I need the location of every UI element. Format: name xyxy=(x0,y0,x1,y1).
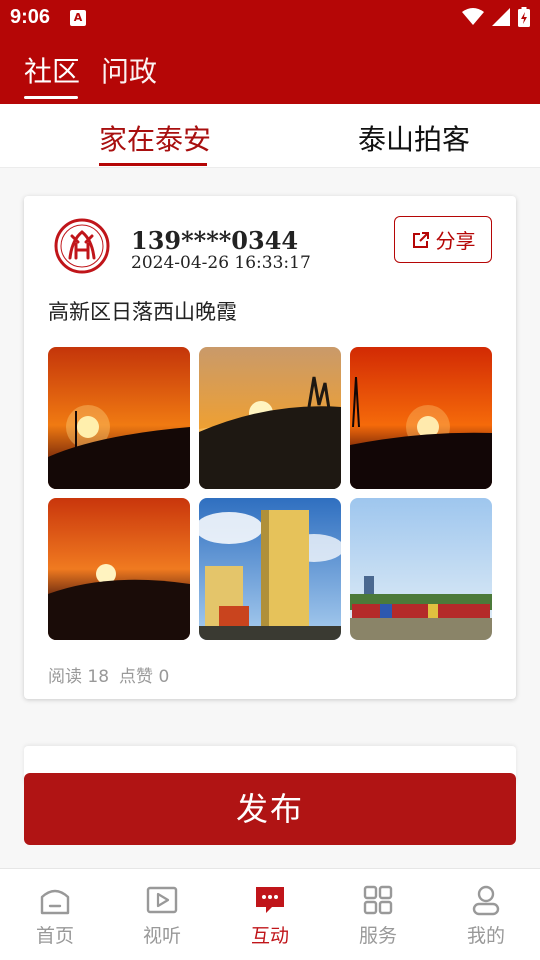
post-photo-sunset-4[interactable] xyxy=(48,498,190,640)
post-photo-sunset-1[interactable] xyxy=(48,347,190,489)
notification-icon: A xyxy=(70,10,86,26)
post-photo-sunset-2[interactable] xyxy=(199,347,341,489)
read-count: 阅读 18 xyxy=(48,667,110,687)
post-photo-trucks-lot[interactable] xyxy=(350,498,492,640)
main-tabs: 社区 问政 xyxy=(0,44,540,104)
active-subtab-indicator xyxy=(99,163,207,166)
avatar[interactable] xyxy=(54,218,110,274)
post-photo-sunset-3[interactable] xyxy=(350,347,492,489)
subtab-home-taian[interactable]: 家在泰安 xyxy=(99,118,211,158)
play-icon xyxy=(146,886,178,914)
nav-home[interactable]: 首页 xyxy=(15,883,95,948)
post-stats: 阅读 18 点赞 0 xyxy=(48,662,169,687)
battery-icon xyxy=(518,7,530,27)
share-label: 分享 xyxy=(435,229,476,253)
nav-interact[interactable]: 互动 xyxy=(230,883,310,948)
system-icons xyxy=(462,7,530,27)
nav-mine[interactable]: 我的 xyxy=(446,883,526,948)
share-button[interactable]: 分享 xyxy=(394,216,492,263)
post-card[interactable]: 139****0344 2024-04-26 16:33:17 分享 高新区日落… xyxy=(24,196,516,699)
sub-tabs: 家在泰安 泰山拍客 xyxy=(0,104,540,168)
bottom-nav: 首页 视听 互动 服务 我的 xyxy=(0,868,540,960)
like-count[interactable]: 点赞 0 xyxy=(119,662,169,687)
tab-community[interactable]: 社区 xyxy=(24,50,80,90)
nav-service-label: 服务 xyxy=(358,925,397,947)
grid-icon xyxy=(363,885,393,915)
signal-icon xyxy=(492,8,510,26)
wifi-icon xyxy=(462,8,484,25)
status-bar: 9:06 A xyxy=(0,0,540,36)
nav-service[interactable]: 服务 xyxy=(338,883,418,948)
nav-mine-label: 我的 xyxy=(466,925,505,947)
subtab-taishan-photographer[interactable]: 泰山拍客 xyxy=(358,118,470,158)
top-header: 9:06 A 社区 问政 xyxy=(0,0,540,104)
post-text: 高新区日落西山晚霞 xyxy=(48,300,237,324)
publish-button[interactable]: 发布 xyxy=(24,773,516,845)
post-photo-buildings[interactable] xyxy=(199,498,341,640)
home-icon xyxy=(40,889,70,915)
nav-interact-label: 互动 xyxy=(250,925,289,947)
nav-video[interactable]: 视听 xyxy=(122,883,202,948)
active-tab-indicator xyxy=(24,96,78,99)
post-username[interactable]: 139****0344 xyxy=(131,226,298,255)
user-icon xyxy=(472,885,500,916)
post-time: 2024-04-26 16:33:17 xyxy=(131,253,311,273)
nav-home-label: 首页 xyxy=(35,925,74,947)
chat-icon xyxy=(256,887,284,913)
status-time: 9:06 xyxy=(10,6,51,28)
tab-inquiry[interactable]: 问政 xyxy=(101,50,157,90)
share-icon xyxy=(412,231,429,248)
nav-video-label: 视听 xyxy=(142,925,181,947)
